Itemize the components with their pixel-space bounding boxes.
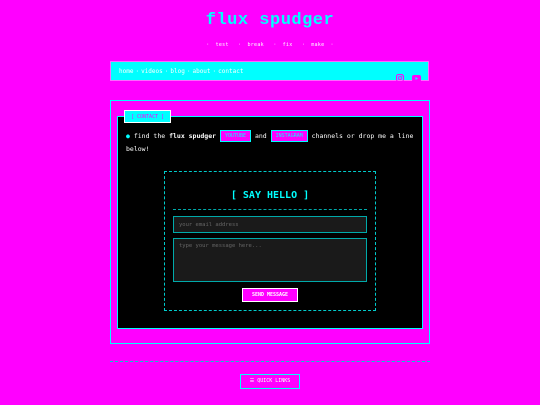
nav-blog[interactable]: blog <box>170 68 184 75</box>
quick-links-button[interactable]: ☰ QUICK LINKS <box>240 374 300 389</box>
tagline-word: break <box>247 42 264 48</box>
send-message-button[interactable]: SEND MESSAGE <box>242 288 298 302</box>
nav-bar: home · videos · blog · about · contact <box>110 61 429 82</box>
form-divider <box>173 209 367 210</box>
footer-divider <box>110 361 430 362</box>
message-field[interactable] <box>173 238 367 282</box>
nav-about[interactable]: about <box>192 68 210 75</box>
nav-links: home · videos · blog · about · contact <box>119 68 244 75</box>
contact-intro: ● find the flux spudger YOUTUBE and INST… <box>126 130 414 153</box>
instagram-link[interactable]: INSTAGRAM <box>270 130 308 142</box>
email-field[interactable] <box>173 216 367 233</box>
contact-tab-label: [ CONTACT ] <box>124 110 172 123</box>
brand-name: flux spudger <box>169 132 217 140</box>
tagline-word: test <box>215 42 229 48</box>
social-icons <box>396 67 421 86</box>
site-title: flux spudger <box>205 11 335 30</box>
quick-links-label: QUICK LINKS <box>257 378 291 384</box>
menu-icon: ☰ <box>249 378 255 384</box>
instagram-icon[interactable] <box>396 67 404 86</box>
nav-home[interactable]: home <box>119 68 133 75</box>
tagline-word: fix <box>282 42 293 48</box>
youtube-link[interactable]: YOUTUBE <box>219 130 252 142</box>
bullet-icon: ● <box>126 132 130 140</box>
tagline: · test · break · fix · make · <box>206 42 334 48</box>
tagline-word: make <box>311 42 325 48</box>
nav-contact[interactable]: contact <box>218 68 243 75</box>
nav-videos[interactable]: videos <box>141 68 163 75</box>
youtube-icon[interactable] <box>412 67 421 86</box>
form-title: [ SAY HELLO ] <box>230 190 310 201</box>
